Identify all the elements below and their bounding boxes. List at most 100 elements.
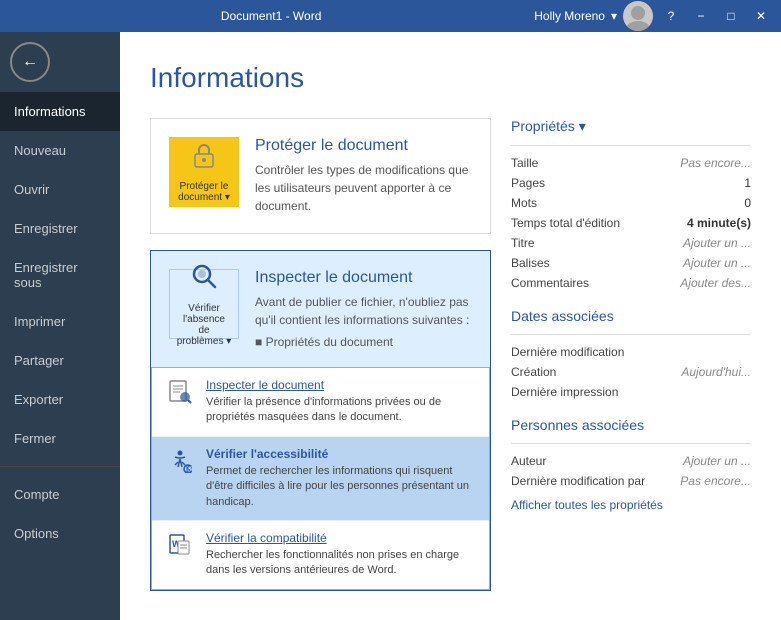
left-cards: Protéger ledocument ▾ Protéger le docume… (150, 118, 491, 591)
inspecter-icon (166, 378, 194, 406)
prop-label-derniere-modif: Dernière modification (511, 345, 624, 359)
user-dropdown-icon[interactable]: ▾ (611, 9, 617, 23)
prop-label-temps: Temps total d'édition (511, 216, 620, 230)
all-props-link[interactable]: Afficher toutes les propriétés (511, 498, 751, 512)
prop-value-derniere-modif-par: Pas encore... (680, 474, 751, 488)
inspect-dropdown: Inspecter le document Vérifier la présen… (151, 367, 490, 590)
prop-value-auteur[interactable]: Ajouter un ... (683, 454, 751, 468)
dropdown-item-compatibilite[interactable]: W Vérifier la compatibilité Rechercher l… (152, 521, 489, 589)
sidebar-item-partager[interactable]: Partager (0, 341, 120, 380)
dates-title: Dates associées (511, 308, 751, 324)
accessibilite-text: Vérifier l'accessibilité Permet de reche… (206, 447, 475, 510)
back-icon: ← (22, 53, 38, 71)
protect-text: Protéger le document Contrôler les types… (255, 137, 472, 215)
prop-label-commentaires: Commentaires (511, 276, 589, 290)
sidebar-label-imprimer: Imprimer (14, 314, 65, 329)
avatar (623, 1, 653, 31)
window-title: Document1 - Word (221, 9, 321, 23)
prop-value-commentaires[interactable]: Ajouter des... (680, 276, 751, 290)
prop-value-balises[interactable]: Ajouter un ... (683, 256, 751, 270)
page-title: Informations (150, 62, 751, 94)
prop-value-creation: Aujourd'hui... (681, 365, 751, 379)
persons-divider (511, 443, 751, 444)
prop-value-titre[interactable]: Ajouter un ... (683, 236, 751, 250)
properties-panel: Propriétés ▾ Taille Pas encore... Pages … (511, 118, 751, 512)
prop-value-temps: 4 minute(s) (687, 216, 751, 230)
prop-label-balises: Balises (511, 256, 550, 270)
content-area: Informations Protéger ledocument ▾ (120, 32, 781, 620)
sidebar-label-fermer: Fermer (14, 431, 56, 446)
prop-label-pages: Pages (511, 176, 545, 190)
inspect-label: Vérifier l'absencede problèmes ▾ (176, 303, 232, 347)
accessibilite-title: Vérifier l'accessibilité (206, 447, 475, 461)
prop-label-taille: Taille (511, 156, 538, 170)
inspect-title: Inspecter le document (255, 269, 472, 287)
dropdown-item-inspecter[interactable]: Inspecter le document Vérifier la présen… (152, 368, 489, 437)
dropdown-item-accessibilite[interactable]: ♿ Vérifier l'accessibilité Permet de rec… (152, 437, 489, 521)
sidebar-item-enregistrer-sous[interactable]: Enregistrer sous (0, 248, 120, 302)
prop-label-titre: Titre (511, 236, 535, 250)
inspect-card: Vérifier l'absencede problèmes ▾ Inspect… (150, 250, 491, 591)
sidebar-item-ouvrir[interactable]: Ouvrir (0, 170, 120, 209)
sidebar-item-nouveau[interactable]: Nouveau (0, 131, 120, 170)
lock-icon (190, 141, 218, 175)
prop-value-pages: 1 (744, 176, 751, 190)
sidebar: ← Informations Nouveau Ouvrir Enregistre… (0, 32, 120, 620)
prop-row-temps: Temps total d'édition 4 minute(s) (511, 216, 751, 230)
protect-icon-box[interactable]: Protéger ledocument ▾ (169, 137, 239, 207)
inspecter-text: Inspecter le document Vérifier la présen… (206, 378, 475, 426)
prop-row-derniere-modif: Dernière modification (511, 345, 751, 359)
prop-row-commentaires: Commentaires Ajouter des... (511, 276, 751, 290)
sidebar-item-informations[interactable]: Informations (0, 92, 120, 131)
accessibilite-icon: ♿ (166, 447, 194, 475)
compatibilite-title: Vérifier la compatibilité (206, 531, 475, 545)
prop-label-auteur: Auteur (511, 454, 546, 468)
sidebar-item-imprimer[interactable]: Imprimer (0, 302, 120, 341)
inspect-text: Inspecter le document Avant de publier c… (255, 269, 472, 349)
inspect-desc: Avant de publier ce fichier, n'oubliez p… (255, 293, 472, 329)
sidebar-label-compte: Compte (14, 487, 60, 502)
protect-card: Protéger ledocument ▾ Protéger le docume… (150, 118, 491, 234)
accessibilite-desc: Permet de rechercher les informations qu… (206, 464, 475, 510)
restore-btn[interactable]: □ (719, 4, 743, 28)
sidebar-label-exporter: Exporter (14, 392, 63, 407)
inspect-icon (189, 261, 219, 297)
sidebar-item-enregistrer[interactable]: Enregistrer (0, 209, 120, 248)
help-btn[interactable]: ? (659, 4, 683, 28)
sidebar-item-compte[interactable]: Compte (0, 475, 120, 514)
minimize-btn[interactable]: − (689, 4, 713, 28)
back-button[interactable]: ← (10, 42, 50, 82)
prop-row-creation: Création Aujourd'hui... (511, 365, 751, 379)
prop-label-mots: Mots (511, 196, 537, 210)
sidebar-label-informations: Informations (14, 104, 86, 119)
prop-label-derniere-modif-par: Dernière modification par (511, 474, 645, 488)
inspect-icon-box[interactable]: Vérifier l'absencede problèmes ▾ (169, 269, 239, 339)
properties-title[interactable]: Propriétés ▾ (511, 118, 751, 135)
inspecter-desc: Vérifier la présence d'informations priv… (206, 395, 475, 426)
sidebar-divider (0, 466, 120, 467)
prop-row-balises: Balises Ajouter un ... (511, 256, 751, 270)
compatibilite-text: Vérifier la compatibilité Rechercher les… (206, 531, 475, 579)
username: Holly Moreno (534, 9, 605, 23)
close-btn[interactable]: ✕ (749, 4, 773, 28)
sidebar-item-fermer[interactable]: Fermer (0, 419, 120, 458)
prop-label-creation: Création (511, 365, 556, 379)
svg-text:♿: ♿ (186, 465, 192, 473)
compatibilite-icon: W (166, 531, 194, 559)
prop-row-derniere-modif-par: Dernière modification par Pas encore... (511, 474, 751, 488)
sidebar-label-ouvrir: Ouvrir (14, 182, 49, 197)
prop-row-auteur: Auteur Ajouter un ... (511, 454, 751, 468)
prop-row-taille: Taille Pas encore... (511, 156, 751, 170)
sidebar-label-enregistrer: Enregistrer (14, 221, 78, 236)
user-area: Holly Moreno ▾ ? − □ ✕ (534, 1, 773, 31)
protect-label: Protéger ledocument ▾ (178, 181, 230, 203)
prop-row-derniere-impr: Dernière impression (511, 385, 751, 399)
sidebar-item-options[interactable]: Options (0, 514, 120, 553)
inspecter-title: Inspecter le document (206, 378, 475, 392)
dates-section: Dates associées Dernière modification Cr… (511, 308, 751, 399)
prop-row-titre: Titre Ajouter un ... (511, 236, 751, 250)
cards-row: Protéger ledocument ▾ Protéger le docume… (150, 118, 751, 591)
app-container: ← Informations Nouveau Ouvrir Enregistre… (0, 32, 781, 620)
persons-section: Personnes associées Auteur Ajouter un ..… (511, 417, 751, 488)
sidebar-item-exporter[interactable]: Exporter (0, 380, 120, 419)
